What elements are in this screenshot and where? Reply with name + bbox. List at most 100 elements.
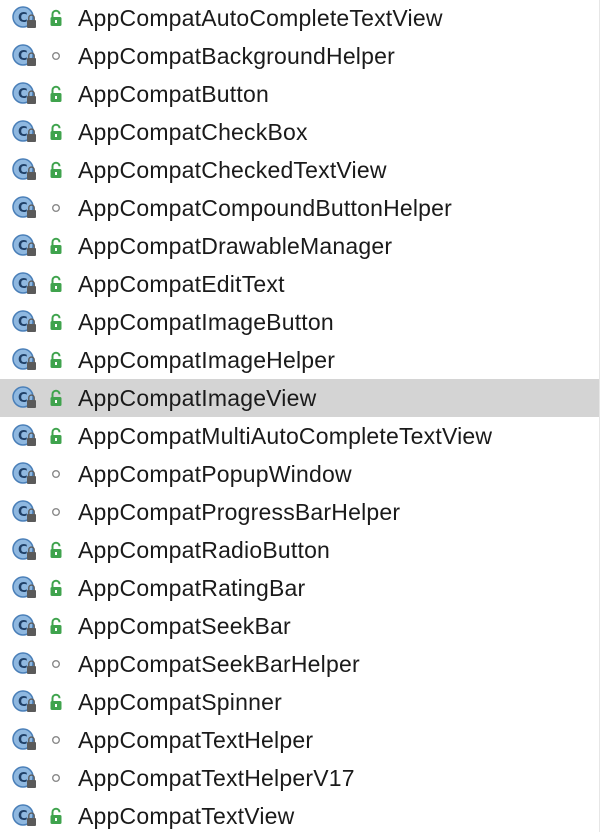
class-icon: C <box>12 689 38 715</box>
public-lock-icon <box>48 692 64 712</box>
svg-text:C: C <box>18 277 28 292</box>
tree-item-label: AppCompatTextHelperV17 <box>78 764 355 791</box>
tree-item-label: AppCompatProgressBarHelper <box>78 498 401 525</box>
svg-text:C: C <box>18 771 28 786</box>
class-icon: C <box>12 195 38 221</box>
tree-item[interactable]: C AppCompatButton <box>0 75 599 113</box>
tree-item-label: AppCompatSeekBarHelper <box>78 650 360 677</box>
class-icon: C <box>12 5 38 31</box>
tree-item-label: AppCompatCheckBox <box>78 118 308 145</box>
public-lock-icon <box>48 540 64 560</box>
public-lock-icon <box>48 806 64 826</box>
class-icon: C <box>12 537 38 563</box>
svg-text:C: C <box>18 315 28 330</box>
tree-item[interactable]: C AppCompatImageView <box>0 379 599 417</box>
tree-item-label: AppCompatRatingBar <box>78 574 306 601</box>
tree-item[interactable]: C AppCompatRatingBar <box>0 569 599 607</box>
svg-text:C: C <box>18 391 28 406</box>
class-icon: C <box>12 613 38 639</box>
tree-item[interactable]: C AppCompatAutoCompleteTextView <box>0 0 599 37</box>
tree-item[interactable]: C AppCompatImageButton <box>0 303 599 341</box>
tree-item[interactable]: C AppCompatBackgroundHelper <box>0 37 599 75</box>
tree-item[interactable]: C AppCompatProgressBarHelper <box>0 493 599 531</box>
tree-item[interactable]: C AppCompatDrawableManager <box>0 227 599 265</box>
package-private-dot-icon <box>48 654 64 674</box>
svg-text:C: C <box>18 657 28 672</box>
public-lock-icon <box>48 274 64 294</box>
tree-item-label: AppCompatTextView <box>78 802 295 829</box>
svg-text:C: C <box>18 49 28 64</box>
class-icon: C <box>12 651 38 677</box>
tree-item-label: AppCompatEditText <box>78 270 285 297</box>
svg-text:C: C <box>18 695 28 710</box>
package-private-dot-icon <box>48 502 64 522</box>
public-lock-icon <box>48 236 64 256</box>
package-private-dot-icon <box>48 768 64 788</box>
class-icon: C <box>12 271 38 297</box>
svg-text:C: C <box>18 619 28 634</box>
tree-item-label: AppCompatImageButton <box>78 308 334 335</box>
svg-text:C: C <box>18 239 28 254</box>
tree-item[interactable]: C AppCompatSeekBarHelper <box>0 645 599 683</box>
tree-item-label: AppCompatMultiAutoCompleteTextView <box>78 422 493 449</box>
tree-item-label: AppCompatSpinner <box>78 688 282 715</box>
tree-item[interactable]: C AppCompatCompoundButtonHelper <box>0 189 599 227</box>
tree-item-label: AppCompatTextHelper <box>78 726 314 753</box>
class-icon: C <box>12 309 38 335</box>
class-icon: C <box>12 423 38 449</box>
public-lock-icon <box>48 350 64 370</box>
public-lock-icon <box>48 160 64 180</box>
class-icon: C <box>12 499 38 525</box>
tree-item-label: AppCompatCheckedTextView <box>78 156 387 183</box>
public-lock-icon <box>48 84 64 104</box>
tree-item-label: AppCompatSeekBar <box>78 612 291 639</box>
class-tree-list: C AppCompatAutoCompleteTextView C AppCompat… <box>0 0 600 832</box>
tree-item[interactable]: C AppCompatCheckBox <box>0 113 599 151</box>
svg-text:C: C <box>18 201 28 216</box>
svg-text:C: C <box>18 163 28 178</box>
tree-item[interactable]: C AppCompatTextHelperV17 <box>0 759 599 797</box>
tree-item-label: AppCompatDrawableManager <box>78 232 393 259</box>
tree-item[interactable]: C AppCompatMultiAutoCompleteTextView <box>0 417 599 455</box>
svg-text:C: C <box>18 125 28 140</box>
tree-item[interactable]: C AppCompatSeekBar <box>0 607 599 645</box>
public-lock-icon <box>48 616 64 636</box>
class-icon: C <box>12 575 38 601</box>
class-icon: C <box>12 765 38 791</box>
tree-item[interactable]: C AppCompatRadioButton <box>0 531 599 569</box>
class-icon: C <box>12 81 38 107</box>
class-icon: C <box>12 233 38 259</box>
package-private-dot-icon <box>48 198 64 218</box>
svg-text:C: C <box>18 581 28 596</box>
class-icon: C <box>12 461 38 487</box>
svg-text:C: C <box>18 543 28 558</box>
svg-text:C: C <box>18 467 28 482</box>
class-icon: C <box>12 157 38 183</box>
tree-item-label: AppCompatButton <box>78 80 269 107</box>
tree-item-label: AppCompatPopupWindow <box>78 460 352 487</box>
svg-text:C: C <box>18 733 28 748</box>
tree-item[interactable]: C AppCompatImageHelper <box>0 341 599 379</box>
package-private-dot-icon <box>48 730 64 750</box>
tree-item-label: AppCompatBackgroundHelper <box>78 42 395 69</box>
class-icon: C <box>12 347 38 373</box>
tree-item[interactable]: C AppCompatTextView <box>0 797 599 832</box>
tree-item[interactable]: C AppCompatPopupWindow <box>0 455 599 493</box>
tree-item[interactable]: C AppCompatCheckedTextView <box>0 151 599 189</box>
tree-item-label: AppCompatImageView <box>78 384 317 411</box>
svg-text:C: C <box>18 809 28 824</box>
svg-text:C: C <box>18 505 28 520</box>
svg-text:C: C <box>18 353 28 368</box>
class-icon: C <box>12 727 38 753</box>
tree-item-label: AppCompatImageHelper <box>78 346 336 373</box>
tree-item[interactable]: C AppCompatSpinner <box>0 683 599 721</box>
tree-item-label: AppCompatAutoCompleteTextView <box>78 4 443 31</box>
class-icon: C <box>12 803 38 829</box>
svg-text:C: C <box>18 11 28 26</box>
package-private-dot-icon <box>48 464 64 484</box>
tree-item[interactable]: C AppCompatTextHelper <box>0 721 599 759</box>
tree-item[interactable]: C AppCompatEditText <box>0 265 599 303</box>
tree-item-label: AppCompatCompoundButtonHelper <box>78 194 453 221</box>
tree-item-label: AppCompatRadioButton <box>78 536 331 563</box>
public-lock-icon <box>48 122 64 142</box>
